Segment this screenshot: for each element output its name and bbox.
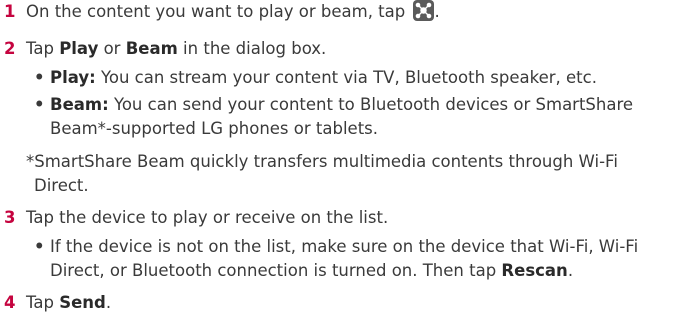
footnote: *SmartShare Beam quickly transfers multi… <box>26 150 618 173</box>
footnote-line: *SmartShare Beam quickly transfers multi… <box>26 152 618 171</box>
bullet-text: You can send your content to Bluetooth d… <box>108 95 634 114</box>
step-number: 3 <box>4 208 16 227</box>
beam-term: Beam <box>125 39 178 58</box>
step-text-end: . <box>105 293 112 312</box>
step-1: 1 On the content you want to play or beam… <box>0 0 440 23</box>
instruction-page: 1 On the content you want to play or beam… <box>0 0 693 319</box>
bullet-text: Direct, or Bluetooth connection is turne… <box>50 261 502 280</box>
bullet-text: Beam*-supported LG phones or tablets. <box>50 119 379 138</box>
play-term: Play <box>59 39 99 58</box>
bullet-beam-continued: Beam*-supported LG phones or tablets. <box>50 117 378 140</box>
step-4: 4 Tap Send. <box>0 291 111 314</box>
step-number: 1 <box>4 2 16 21</box>
bullet-dot: • <box>34 68 45 87</box>
step-text: Tap <box>26 293 60 312</box>
bullet-label: Play: <box>50 68 96 87</box>
share-icon <box>413 0 435 21</box>
bullet-text: You can stream your content via TV, Blue… <box>95 68 597 87</box>
step-text: Tap <box>26 39 60 58</box>
bullet-dot: • <box>34 237 45 256</box>
step-text: or <box>98 39 126 58</box>
step-text: Tap the device to play or receive on the… <box>26 208 389 227</box>
bullet-rescan: • If the device is not on the list, make … <box>34 235 638 258</box>
bullet-text: If the device is not on the list, make s… <box>50 237 639 256</box>
bullet-dot: • <box>34 95 45 114</box>
send-term: Send <box>59 293 106 312</box>
bullet-rescan-continued: Direct, or Bluetooth connection is turne… <box>50 259 573 282</box>
rescan-term: Rescan <box>501 261 568 280</box>
step-text-end: . <box>434 2 440 21</box>
bullet-text-end: . <box>567 261 574 280</box>
footnote-line: Direct. <box>34 176 89 195</box>
step-number: 4 <box>4 293 16 312</box>
step-text: On the content you want to play or beam,… <box>26 2 411 21</box>
step-2: 2 Tap Play or Beam in the dialog box. <box>0 37 326 60</box>
step-3: 3 Tap the device to play or receive on th… <box>0 206 388 229</box>
bullet-label: Beam: <box>50 95 109 114</box>
bullet-play: • Play: You can stream your content via T… <box>34 66 597 89</box>
step-text: in the dialog box. <box>177 39 327 58</box>
bullet-beam: • Beam: You can send your content to Blue… <box>34 93 633 116</box>
step-number: 2 <box>4 39 16 58</box>
footnote-continued: Direct. <box>34 174 89 197</box>
